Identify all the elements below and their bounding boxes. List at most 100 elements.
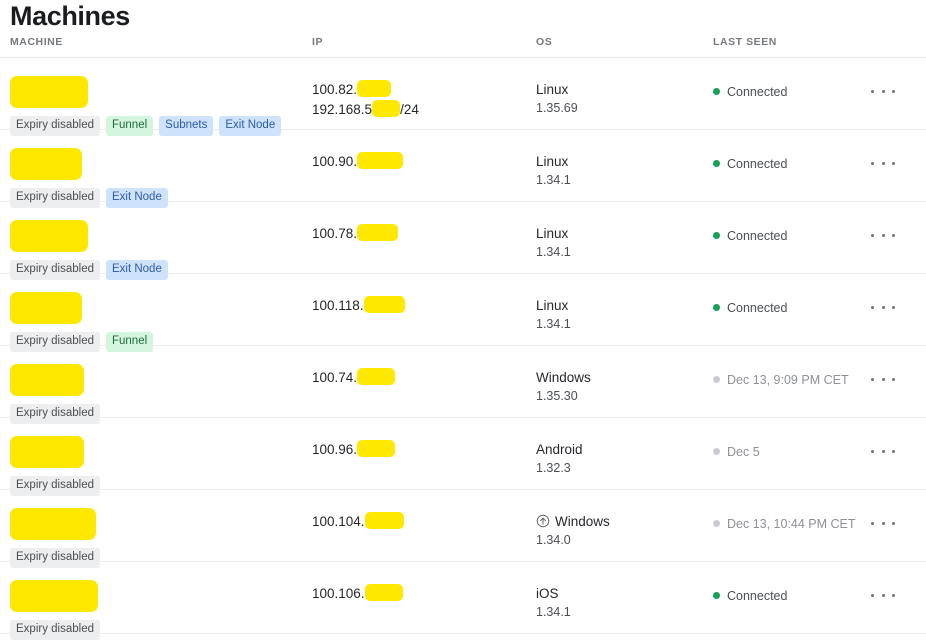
ip-suffix: /24	[400, 102, 419, 117]
tag-badge[interactable]: Expiry disabled	[10, 620, 100, 640]
machine-name-redacted	[10, 148, 82, 180]
os-version: 1.32.3	[536, 461, 571, 475]
table-row[interactable]: Expiry disabled Exit Node 100.78. Linux 1.34…	[0, 202, 926, 280]
ip-cell[interactable]: 100.74.	[312, 368, 532, 388]
column-header-machine: MACHINE	[10, 36, 63, 48]
os-cell: Linux 1.34.1	[536, 224, 708, 261]
ip-cell[interactable]: 100.118.	[312, 296, 532, 316]
machine-cell[interactable]: Expiry disabled	[10, 346, 306, 424]
os-version: 1.35.30	[536, 389, 578, 403]
status-text: Connected	[727, 229, 788, 243]
ip-cell[interactable]: 100.106.	[312, 584, 532, 604]
machine-name-redacted	[10, 436, 84, 468]
column-header-os: OS	[536, 36, 553, 48]
os-cell: Windows 1.35.30	[536, 368, 708, 405]
ip-cell[interactable]: 100.104.	[312, 512, 532, 532]
row-menu-kebab-icon[interactable]	[869, 154, 897, 172]
machine-cell[interactable]: Expiry disabled	[10, 562, 306, 640]
machine-name-redacted	[10, 76, 88, 108]
table-row[interactable]: Expiry disabled 100.74. Windows 1.35.30 Dec …	[0, 346, 926, 424]
status-text: Connected	[727, 157, 788, 171]
table-row[interactable]: Expiry disabled 100.96. Android 1.32.3 Dec 5	[0, 418, 926, 496]
last-seen-cell: Dec 13, 10:44 PM CET	[713, 516, 863, 532]
row-menu-kebab-icon[interactable]	[869, 442, 897, 460]
ip-cell[interactable]: 100.78.	[312, 224, 532, 244]
status-text: Dec 13, 9:09 PM CET	[727, 373, 849, 387]
row-actions-cell[interactable]	[869, 154, 905, 172]
ip-address: 100.104.	[312, 512, 532, 532]
row-menu-kebab-icon[interactable]	[869, 586, 897, 604]
os-name: Linux	[536, 296, 708, 315]
ip-prefix: 100.96.	[312, 442, 358, 457]
ip-redacted	[372, 100, 401, 117]
machine-tag-list: Expiry disabled	[10, 620, 106, 640]
ip-prefix: 192.168.5	[312, 102, 373, 117]
ip-address: 192.168.5/24	[312, 100, 532, 120]
table-row[interactable]: Expiry disabled Funnel 100.118. Linux 1.34.1…	[0, 274, 926, 352]
table-row[interactable]: Expiry disabled 100.104. Windows 1.34.0 Dec …	[0, 490, 926, 568]
ip-address: 100.82.	[312, 80, 532, 100]
ip-redacted	[364, 512, 404, 529]
ip-cell[interactable]: 100.90.	[312, 152, 532, 172]
os-name-label: Linux	[536, 298, 569, 313]
status-badge: Dec 13, 10:44 PM CET	[713, 516, 863, 532]
os-cell: Android 1.32.3	[536, 440, 708, 477]
last-seen-cell: Connected	[713, 588, 863, 604]
row-menu-kebab-icon[interactable]	[869, 82, 897, 100]
machine-cell[interactable]: Expiry disabled	[10, 418, 306, 496]
os-name-label: Windows	[536, 370, 591, 385]
machine-cell[interactable]: Expiry disabled Funnel Subnets Exit Node	[10, 58, 306, 136]
os-cell: Windows 1.34.0	[536, 512, 708, 549]
table-header-row: MACHINE IP OS LAST SEEN	[0, 36, 926, 58]
table-row[interactable]: Expiry disabled Funnel Subnets Exit Node 100…	[0, 58, 926, 136]
os-cell: Linux 1.34.1	[536, 152, 708, 189]
status-text: Dec 13, 10:44 PM CET	[727, 517, 856, 531]
os-cell: Linux 1.35.69	[536, 80, 708, 117]
os-version: 1.35.69	[536, 101, 578, 115]
update-available-icon[interactable]	[536, 514, 550, 528]
ip-prefix: 100.78.	[312, 226, 358, 241]
os-name-label: iOS	[536, 586, 559, 601]
table-row[interactable]: Expiry disabled 100.106. iOS 1.34.1 Connecte…	[0, 562, 926, 640]
machine-cell[interactable]: Expiry disabled Exit Node	[10, 130, 306, 208]
ip-address: 100.96.	[312, 440, 532, 460]
machine-name-redacted	[10, 508, 96, 540]
row-actions-cell[interactable]	[869, 442, 905, 460]
column-header-last-seen: LAST SEEN	[713, 36, 777, 48]
row-actions-cell[interactable]	[869, 370, 905, 388]
row-actions-cell[interactable]	[869, 514, 905, 532]
ip-redacted	[357, 152, 404, 169]
status-dot-icon	[713, 376, 720, 383]
status-dot-icon	[713, 160, 720, 167]
row-actions-cell[interactable]	[869, 586, 905, 604]
ip-prefix: 100.104.	[312, 514, 365, 529]
ip-address: 100.106.	[312, 584, 532, 604]
machine-cell[interactable]: Expiry disabled	[10, 490, 306, 568]
ip-prefix: 100.118.	[312, 298, 364, 313]
machine-cell[interactable]: Expiry disabled Funnel	[10, 274, 306, 352]
os-name-label: Android	[536, 442, 583, 457]
status-text: Dec 5	[727, 445, 760, 459]
status-badge: Dec 5	[713, 444, 863, 460]
row-actions-cell[interactable]	[869, 82, 905, 100]
os-version: 1.34.1	[536, 317, 571, 331]
os-name: Windows	[536, 512, 708, 531]
status-dot-icon	[713, 520, 720, 527]
row-menu-kebab-icon[interactable]	[869, 514, 897, 532]
row-actions-cell[interactable]	[869, 298, 905, 316]
ip-cell[interactable]: 100.82. 192.168.5/24	[312, 80, 532, 120]
ip-cell[interactable]: 100.96.	[312, 440, 532, 460]
row-menu-kebab-icon[interactable]	[869, 370, 897, 388]
page-title: Machines	[10, 1, 130, 31]
status-dot-icon	[713, 304, 720, 311]
os-name: Linux	[536, 80, 708, 99]
row-menu-kebab-icon[interactable]	[869, 298, 897, 316]
table-row[interactable]: Expiry disabled Exit Node 100.90. Linux 1.34…	[0, 130, 926, 208]
machine-cell[interactable]: Expiry disabled Exit Node	[10, 202, 306, 280]
table-body: Expiry disabled Funnel Subnets Exit Node 100…	[0, 58, 926, 640]
status-text: Connected	[727, 589, 788, 603]
status-text: Connected	[727, 301, 788, 315]
row-actions-cell[interactable]	[869, 226, 905, 244]
row-menu-kebab-icon[interactable]	[869, 226, 897, 244]
machines-page: Machines MACHINE IP OS LAST SEEN Expiry …	[0, 0, 926, 640]
